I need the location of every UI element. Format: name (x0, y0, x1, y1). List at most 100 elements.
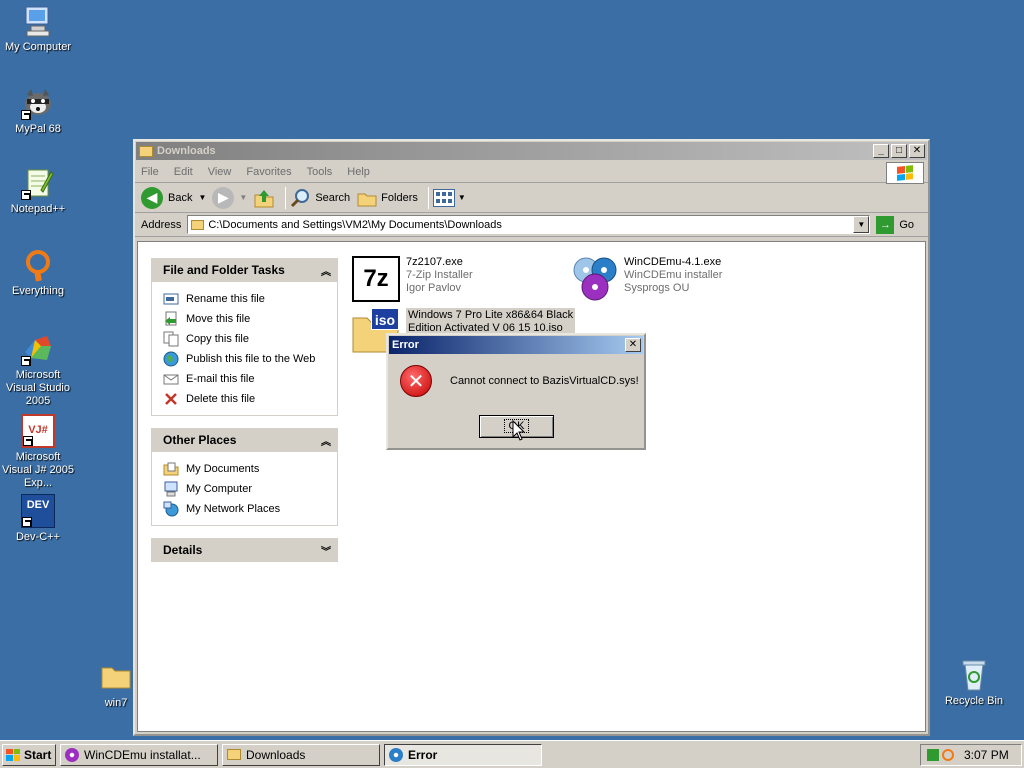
taskbar-button-label: Error (408, 747, 438, 762)
panel-header[interactable]: Details ︾ (151, 538, 338, 562)
place-label: My Network Places (186, 503, 281, 515)
task-publish[interactable]: Publish this file to the Web (163, 349, 326, 369)
menu-tools[interactable]: Tools (307, 166, 333, 178)
wincdemu-disc-icon (570, 256, 618, 302)
task-label: E-mail this file (186, 373, 255, 385)
chevron-down-icon[interactable]: ▼ (853, 216, 870, 233)
forward-arrow-icon: ▶ (212, 186, 235, 209)
panel-header[interactable]: Other Places ︽ (151, 428, 338, 452)
close-button[interactable]: ✕ (909, 144, 925, 158)
desktop-icon-notepadpp[interactable]: Notepad++ (0, 166, 76, 216)
desktop-icon-recycle-bin[interactable]: Recycle Bin (936, 658, 1012, 708)
rename-icon (163, 291, 179, 307)
clock[interactable]: 3:07 PM (964, 748, 1009, 762)
file-name: Windows 7 Pro Lite x86&64 Black (408, 309, 574, 321)
visual-jsharp-icon: VJ# (21, 414, 55, 448)
desktop-icon-visual-studio[interactable]: Microsoft Visual Studio 2005 (0, 332, 76, 408)
expand-chevron-icon[interactable]: ︾ (321, 543, 331, 558)
shortcut-arrow-icon (23, 436, 33, 446)
task-move[interactable]: Move this file (163, 309, 326, 329)
task-email[interactable]: E-mail this file (163, 369, 326, 389)
file-item-7zip[interactable]: 7z 7z2107.exe 7-Zip Installer Igor Pavlo… (352, 256, 473, 302)
task-rename[interactable]: Rename this file (163, 289, 326, 309)
toolbar: ◀ Back ▼ ▶ ▼ Search Folders ▼ (135, 183, 928, 213)
go-button[interactable]: → Go (876, 215, 915, 234)
folders-icon (356, 188, 378, 208)
7zip-icon: 7z (352, 256, 400, 302)
back-button[interactable]: ◀ Back ▼ (141, 186, 206, 209)
taskbar-button-wincdemu[interactable]: WinCDEmu installat... (60, 743, 218, 766)
place-my-computer[interactable]: My Computer (163, 479, 326, 499)
desktop-icon-everything[interactable]: Everything (0, 248, 76, 298)
7zip-badge-text: 7z (363, 265, 389, 292)
file-name: 7z2107.exe (406, 256, 463, 268)
file-item-wincdemu[interactable]: WinCDEmu-4.1.exe WinCDEmu installer Sysp… (570, 256, 722, 302)
menu-edit[interactable]: Edit (174, 166, 193, 178)
devcpp-icon: DEV (21, 494, 55, 528)
my-computer-icon (163, 481, 179, 497)
menu-view[interactable]: View (208, 166, 232, 178)
windows-logo-icon (6, 748, 20, 761)
forward-button[interactable]: ▶ ▼ (212, 186, 247, 209)
tray-network-icon[interactable] (927, 748, 939, 761)
taskbar-button-error[interactable]: Error (384, 743, 542, 766)
collapse-chevron-icon[interactable]: ︽ (321, 263, 331, 278)
place-my-network[interactable]: My Network Places (163, 499, 326, 519)
desktop-icon-visual-jsharp[interactable]: VJ# Microsoft Visual J# 2005 Exp... (0, 414, 76, 490)
menu-help[interactable]: Help (347, 166, 370, 178)
desktop-icon-label: MyPal 68 (15, 123, 61, 135)
collapse-chevron-icon[interactable]: ︽ (321, 433, 331, 448)
search-button[interactable]: Search (290, 188, 350, 208)
chevron-down-icon[interactable]: ▼ (198, 193, 206, 202)
error-icon: ✕ (400, 365, 432, 397)
search-icon (290, 188, 312, 208)
task-label: Publish this file to the Web (186, 353, 316, 365)
toolbar-separator (285, 186, 287, 209)
folder-content[interactable]: File and Folder Tasks ︽ Rename this file… (137, 241, 926, 732)
minimize-button[interactable]: _ (873, 144, 889, 158)
desktop-icon-label: Dev-C++ (15, 531, 61, 543)
window-title: Downloads (157, 145, 216, 157)
chevron-down-icon[interactable]: ▼ (239, 193, 247, 202)
globe-icon (163, 351, 179, 367)
file-description: WinCDEmu installer (624, 269, 723, 281)
views-button[interactable]: ▼ (432, 188, 466, 207)
tray-search-icon[interactable] (942, 748, 954, 761)
desktop-icon-devcpp[interactable]: DEV Dev-C++ (0, 494, 76, 544)
task-label: Move this file (186, 313, 251, 325)
back-arrow-icon: ◀ (141, 186, 163, 209)
my-documents-icon (163, 461, 179, 477)
folder-icon (191, 219, 205, 230)
desktop-icon-label: Everything (12, 285, 64, 297)
task-delete[interactable]: Delete this file (163, 389, 326, 409)
address-input[interactable]: C:\Documents and Settings\VM2\My Documen… (187, 215, 871, 234)
start-button[interactable]: Start (2, 743, 56, 766)
email-icon (163, 371, 179, 387)
place-label: My Documents (186, 463, 260, 475)
taskbar-button-downloads[interactable]: Downloads (222, 743, 380, 766)
details-panel: Details ︾ (151, 538, 338, 562)
folders-button[interactable]: Folders (356, 188, 418, 208)
chevron-down-icon[interactable]: ▼ (458, 193, 466, 202)
task-label: Rename this file (186, 293, 265, 305)
panel-header[interactable]: File and Folder Tasks ︽ (151, 258, 338, 282)
task-copy[interactable]: Copy this file (163, 329, 326, 349)
desktop-icon-my-computer[interactable]: My Computer (0, 4, 76, 54)
error-message: Cannot connect to BazisVirtualCD.sys! (450, 375, 639, 387)
copy-icon (163, 331, 179, 347)
address-value: C:\Documents and Settings\VM2\My Documen… (208, 218, 502, 231)
place-my-documents[interactable]: My Documents (163, 459, 326, 479)
maximize-button[interactable]: □ (891, 144, 907, 158)
folder-icon (139, 145, 153, 157)
menu-file[interactable]: File (141, 166, 159, 178)
desktop-icon-mypal[interactable]: MyPal 68 (0, 86, 76, 136)
menu-favorites[interactable]: Favorites (246, 166, 291, 178)
panel-title: File and Folder Tasks (163, 263, 285, 277)
mouse-cursor-icon (512, 420, 526, 441)
dialog-close-button[interactable]: ✕ (625, 338, 641, 352)
explorer-titlebar[interactable]: Downloads _ □ ✕ (136, 142, 927, 160)
go-label: Go (899, 218, 915, 231)
file-selected-label: Windows 7 Pro Lite x86&64 Black Edition … (406, 308, 576, 336)
up-button[interactable] (253, 188, 275, 208)
dialog-titlebar[interactable]: Error ✕ (389, 336, 643, 354)
